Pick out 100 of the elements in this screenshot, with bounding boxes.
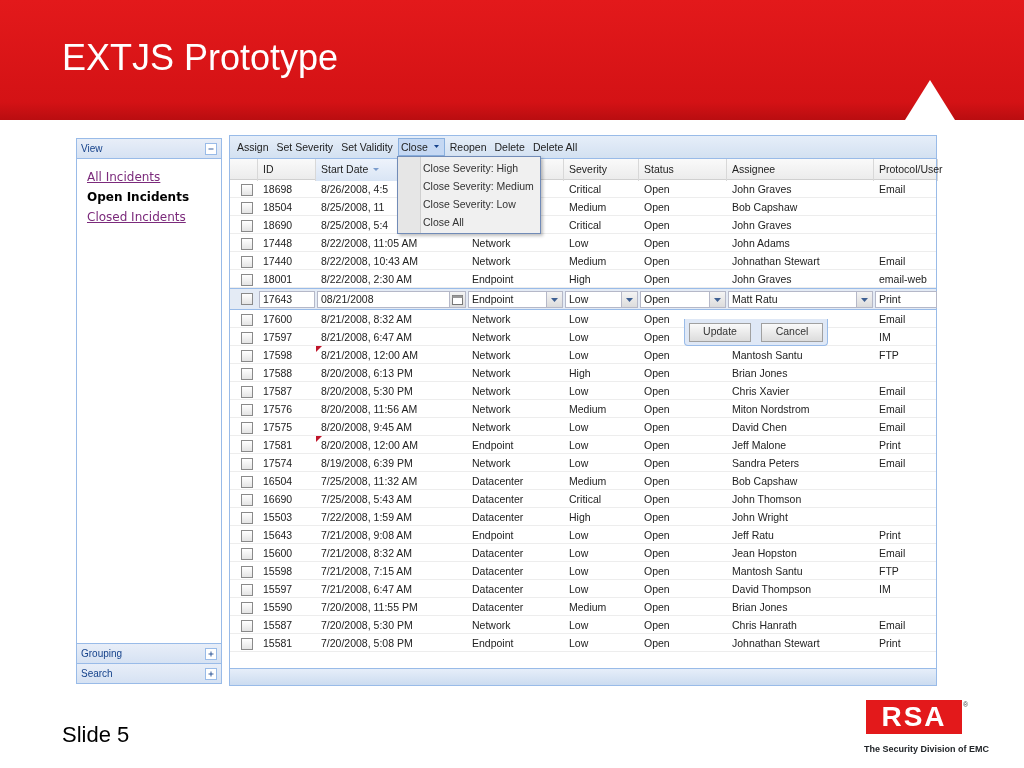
dropdown-button[interactable] — [857, 291, 873, 308]
table-cell: 17581 — [263, 439, 293, 451]
table-cell: David Thompson — [732, 583, 812, 595]
row-checkbox[interactable] — [241, 566, 253, 578]
table-cell: Jean Hopston — [732, 547, 797, 559]
table-cell: Open — [644, 493, 670, 505]
expand-icon[interactable] — [205, 667, 217, 680]
collapse-icon[interactable] — [205, 142, 217, 155]
panel-title: Search — [81, 667, 113, 681]
table-cell: Low — [569, 313, 589, 325]
table-cell: Low — [569, 421, 589, 433]
toolbar-button[interactable]: Set Validity — [338, 138, 396, 156]
column-header[interactable]: Assignee — [732, 162, 776, 178]
menu-item[interactable]: Close Severity: High — [398, 159, 540, 177]
row-checkbox[interactable] — [241, 602, 253, 614]
row-checkbox[interactable] — [241, 548, 253, 560]
row-checkbox[interactable] — [241, 293, 253, 305]
table-cell: Jeff Ratu — [732, 529, 774, 541]
panel-header[interactable]: Search — [77, 663, 221, 683]
dropdown-button[interactable] — [622, 291, 638, 308]
menu-item[interactable]: Close All — [398, 213, 540, 231]
row-checkbox[interactable] — [241, 238, 253, 250]
menu-item[interactable]: Close Severity: Medium — [398, 177, 540, 195]
date-field[interactable]: 08/21/2008 — [317, 291, 450, 308]
table-cell: Open — [644, 421, 670, 433]
table-cell: Medium — [569, 255, 607, 267]
dropdown-field[interactable]: Open — [640, 291, 710, 308]
dropdown-button[interactable] — [710, 291, 726, 308]
column-header[interactable]: ID — [263, 162, 274, 178]
input-field[interactable]: Print — [875, 291, 937, 308]
row-checkbox[interactable] — [241, 184, 253, 196]
dropdown-field[interactable]: Endpoint — [468, 291, 547, 308]
table-cell: Email — [879, 183, 906, 195]
dropdown-field[interactable]: Low — [565, 291, 622, 308]
logo-tagline: The Security Division of EMC — [864, 743, 991, 756]
column-header[interactable]: Status — [644, 162, 674, 178]
row-checkbox[interactable] — [241, 256, 253, 268]
table-cell: 15598 — [263, 565, 293, 577]
nav-link[interactable]: Closed Incidents — [87, 207, 211, 227]
table-cell: Open — [644, 439, 670, 451]
toolbar-button[interactable]: Delete All — [529, 138, 581, 156]
row-checkbox[interactable] — [241, 494, 253, 506]
row-checkbox[interactable] — [241, 512, 253, 524]
table-cell: Datacenter — [472, 547, 524, 559]
row-checkbox[interactable] — [241, 638, 253, 650]
table-cell: Network — [472, 255, 511, 267]
row-checkbox[interactable] — [241, 202, 253, 214]
table-cell: Email — [879, 403, 906, 415]
table-cell: Network — [472, 619, 511, 631]
row-checkbox[interactable] — [241, 530, 253, 542]
dropdown-field[interactable]: Matt Ratu — [728, 291, 857, 308]
table-cell: Open — [644, 511, 670, 523]
table-cell: 7/21/2008, 7:15 AM — [321, 565, 413, 577]
menu-item[interactable]: Close Severity: Low — [398, 195, 540, 213]
table-cell: Datacenter — [472, 511, 524, 523]
table-cell: Mantosh Santu — [732, 349, 803, 361]
row-checkbox[interactable] — [241, 422, 253, 434]
row-checkbox[interactable] — [241, 584, 253, 596]
toolbar-button[interactable]: Set Severity — [273, 138, 337, 156]
input-field[interactable]: 17643 — [259, 291, 315, 308]
row-checkbox[interactable] — [241, 404, 253, 416]
table-cell: Print — [879, 637, 901, 649]
dropdown-button[interactable] — [547, 291, 563, 308]
toolbar-button[interactable]: Close — [397, 138, 445, 156]
table-cell: Open — [644, 237, 670, 249]
update-button[interactable]: Update — [689, 322, 751, 342]
row-checkbox[interactable] — [241, 440, 253, 452]
cancel-button[interactable]: Cancel — [761, 322, 823, 342]
table-cell: Datacenter — [472, 475, 524, 487]
nav-link[interactable]: Open Incidents — [87, 187, 211, 207]
toolbar-button[interactable]: Delete — [491, 138, 528, 156]
table-cell: Chris Xavier — [732, 385, 790, 397]
row-checkbox[interactable] — [241, 368, 253, 380]
table-cell: FTP — [879, 565, 899, 577]
row-checkbox[interactable] — [241, 458, 253, 470]
table-cell: 18504 — [263, 201, 293, 213]
toolbar-button[interactable]: Assign — [234, 138, 272, 156]
column-header[interactable]: Start Date — [321, 162, 369, 178]
row-checkbox[interactable] — [241, 332, 253, 344]
table-cell: 16690 — [263, 493, 293, 505]
panel-header[interactable]: Grouping — [77, 643, 221, 663]
row-checkbox[interactable] — [241, 220, 253, 232]
column-header[interactable]: Protocol/User — [879, 162, 943, 178]
table-cell: 8/22/2008, 11:05 AM — [321, 237, 418, 249]
caret-icon — [625, 296, 634, 303]
row-checkbox[interactable] — [241, 274, 253, 286]
column-header[interactable]: Severity — [569, 162, 607, 178]
row-checkbox[interactable] — [241, 476, 253, 488]
row-checkbox[interactable] — [241, 620, 253, 632]
row-checkbox[interactable] — [241, 314, 253, 326]
expand-icon[interactable] — [205, 647, 217, 660]
table-cell: email-web — [879, 273, 927, 285]
date-picker-button[interactable] — [450, 291, 466, 308]
toolbar-button[interactable]: Reopen — [446, 138, 490, 156]
row-checkbox[interactable] — [241, 350, 253, 362]
table-cell: Miton Nordstrom — [732, 403, 810, 415]
table-cell: John Adams — [732, 237, 790, 249]
nav-link[interactable]: All Incidents — [87, 167, 211, 187]
panel-header[interactable]: View — [77, 139, 221, 159]
row-checkbox[interactable] — [241, 386, 253, 398]
